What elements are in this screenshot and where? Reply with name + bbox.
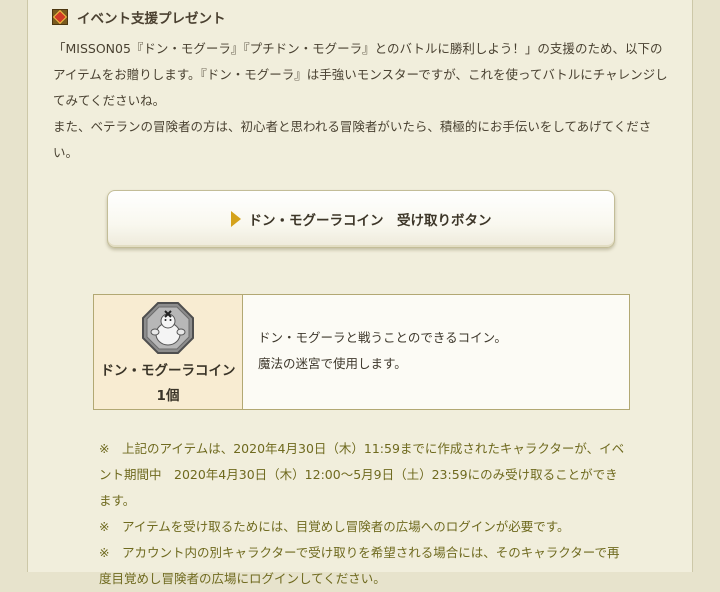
intro-paragraph-2: また、ベテランの冒険者の方は、初心者と思われる冒険者がいたら、積極的にお手伝いを… [53,119,652,160]
item-description: ドン・モグーラと戦うことのできるコイン。 魔法の迷宮で使用します。 [243,295,629,409]
item-name: ドン・モグーラコイン1個 [100,363,236,404]
note-item: ※ 上記のアイテムは、2020年4月30日（木）11:59までに作成されたキャラ… [99,441,625,508]
present-diamond-icon [52,9,68,25]
item-description-line-2: 魔法の迷宮で使用します。 [258,356,407,371]
item-description-line-1: ドン・モグーラと戦うことのできるコイン。 [258,330,507,345]
note-item: ※ アイテムを受け取るためには、目覚めし冒険者の広場へのログインが必要です。 [99,519,570,534]
intro-text: 「MISSON05『ドン・モグーラ』『プチドン・モグーラ』とのバトルに勝利しよう… [53,36,669,166]
play-triangle-icon [230,211,241,227]
section-title: イベント支援プレゼント [77,11,226,27]
item-cell: ドン・モグーラコイン1個 [94,295,243,409]
notes-list: ※ 上記のアイテムは、2020年4月30日（木）11:59までに作成されたキャラ… [99,436,625,592]
item-table: ドン・モグーラコイン1個 ドン・モグーラと戦うことのできるコイン。 魔法の迷宮で… [93,294,630,410]
section-heading: イベント支援プレゼント [52,6,226,28]
intro-paragraph-1: 「MISSON05『ドン・モグーラ』『プチドン・モグーラ』とのバトルに勝利しよう… [53,41,668,108]
don-mogura-coin-icon [142,302,194,354]
note-item: ※ アカウント内の別キャラクターで受け取りを希望される場合には、そのキャラクター… [99,545,620,586]
claim-coin-button[interactable]: ドン・モグーラコイン 受け取りボタン [107,190,615,248]
claim-button-label: ドン・モグーラコイン 受け取りボタン [248,213,492,229]
